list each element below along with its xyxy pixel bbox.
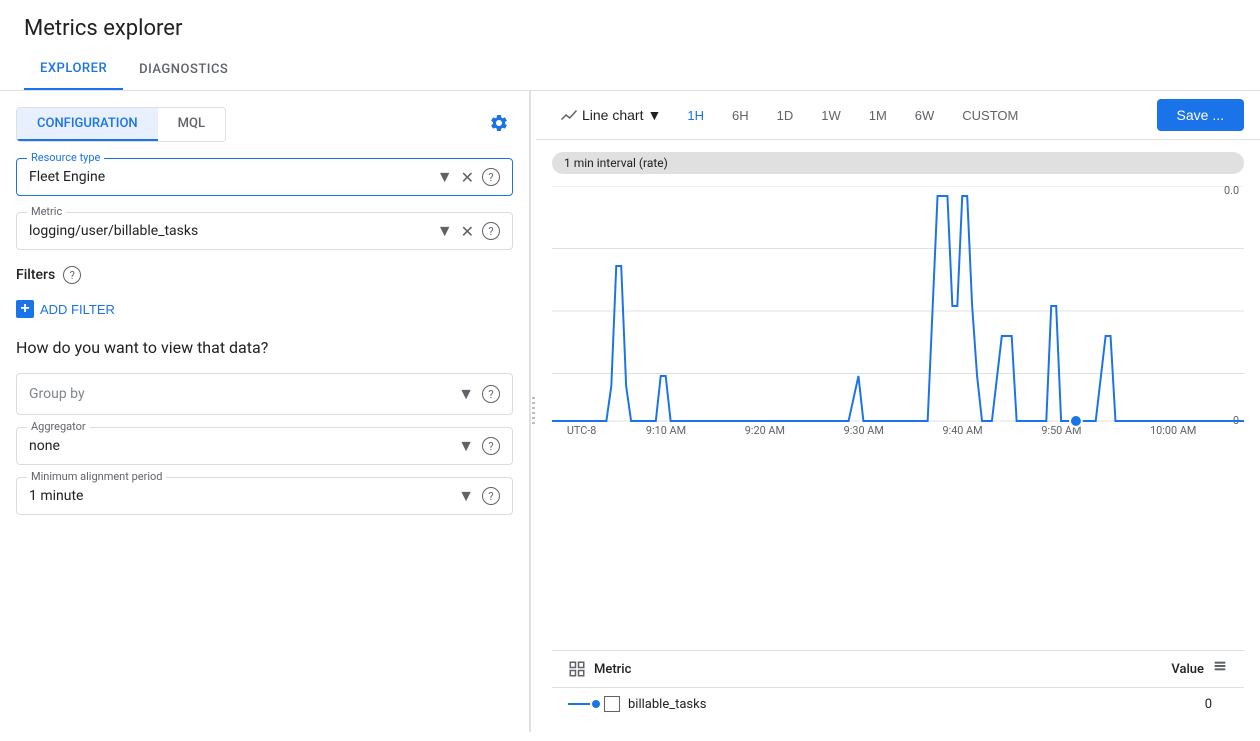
min-alignment-row: 1 minute ▼ ? — [29, 486, 500, 506]
tabs: CONFIGURATION MQL — [16, 107, 226, 142]
time-custom-button[interactable]: CUSTOM — [952, 102, 1028, 129]
legend-pin-icon[interactable] — [1212, 659, 1228, 679]
left-panel: CONFIGURATION MQL Resource type Fleet En… — [0, 91, 530, 732]
legend-line-indicator — [568, 700, 600, 708]
aggregator-value: none — [29, 438, 450, 454]
right-panel: Line chart ▼ 1H 6H 1D 1W 1M 6W CUSTOM Sa… — [536, 91, 1260, 732]
chart-toolbar: Line chart ▼ 1H 6H 1D 1W 1M 6W CUSTOM Sa… — [536, 91, 1260, 140]
chart-type-label: Line chart — [582, 107, 643, 123]
gear-button[interactable] — [485, 109, 513, 140]
time-1d-button[interactable]: 1D — [767, 102, 804, 129]
help-metric-icon[interactable]: ? — [482, 222, 500, 240]
svg-text:0.0: 0.0 — [1224, 186, 1239, 197]
save-button[interactable]: Save ... — [1157, 99, 1244, 131]
resource-type-row: Fleet Engine ▼ ✕ ? — [29, 167, 500, 187]
aggregator-field: Aggregator none ▼ ? — [16, 427, 513, 465]
help-min-alignment-icon[interactable]: ? — [482, 487, 500, 505]
min-alignment-value: 1 minute — [29, 488, 450, 504]
time-6h-button[interactable]: 6H — [722, 102, 759, 129]
tabs-row: CONFIGURATION MQL — [16, 107, 513, 142]
help-resource-icon[interactable]: ? — [482, 168, 500, 186]
add-filter-icon: + — [16, 300, 34, 318]
legend-table: Metric Value billable_tasks 0 — [552, 650, 1244, 720]
svg-text:UTC-8: UTC-8 — [567, 424, 597, 436]
legend-checkbox[interactable] — [604, 696, 620, 712]
help-group-by-icon[interactable]: ? — [482, 385, 500, 403]
add-filter-label: ADD FILTER — [40, 302, 115, 317]
value-col-label: Value — [1171, 662, 1204, 677]
aggregator-label: Aggregator — [27, 420, 90, 433]
min-alignment-field: Minimum alignment period 1 minute ▼ ? — [16, 477, 513, 515]
nav-item-diagnostics[interactable]: DIAGNOSTICS — [123, 50, 244, 89]
legend-metric-name: billable_tasks — [628, 697, 1205, 712]
time-1m-button[interactable]: 1M — [859, 102, 897, 129]
metric-col-label: Metric — [594, 662, 631, 677]
chart-container: 0.0 0 UTC-8 9:10 AM 9:20 AM 9:30 AM 9:40… — [552, 186, 1244, 642]
add-filter-button[interactable]: + ADD FILTER — [16, 296, 115, 322]
svg-text:9:30 AM: 9:30 AM — [844, 424, 884, 436]
group-by-placeholder: Group by — [29, 386, 450, 402]
tab-configuration[interactable]: CONFIGURATION — [17, 108, 158, 141]
group-by-arrow-icon[interactable]: ▼ — [458, 384, 474, 404]
min-alignment-label: Minimum alignment period — [27, 470, 166, 483]
dropdown-metric-icon[interactable]: ▼ — [437, 221, 453, 241]
main-container: CONFIGURATION MQL Resource type Fleet En… — [0, 91, 1260, 732]
aggregator-arrow-icon[interactable]: ▼ — [458, 436, 474, 456]
dropdown-arrow-icon[interactable]: ▼ — [437, 167, 453, 187]
legend-row: billable_tasks 0 — [552, 688, 1244, 720]
tab-mql[interactable]: MQL — [158, 108, 225, 141]
metric-value: logging/user/billable_tasks — [29, 223, 429, 239]
group-by-field[interactable]: Group by ▼ ? — [16, 373, 513, 415]
min-alignment-arrow-icon[interactable]: ▼ — [458, 486, 474, 506]
legend-metric-value: 0 — [1205, 697, 1212, 712]
metric-field: Metric logging/user/billable_tasks ▼ ✕ ? — [16, 212, 513, 250]
svg-text:9:40 AM: 9:40 AM — [942, 424, 982, 436]
metric-label: Metric — [27, 205, 66, 218]
chart-type-arrow-icon: ▼ — [647, 107, 661, 123]
svg-text:10:00 AM: 10:00 AM — [1150, 424, 1196, 436]
time-1w-button[interactable]: 1W — [811, 102, 851, 129]
filters-label: Filters — [16, 267, 55, 283]
resource-type-label: Resource type — [27, 151, 104, 164]
help-aggregator-icon[interactable]: ? — [482, 437, 500, 455]
page-title: Metrics explorer — [0, 0, 1260, 49]
clear-metric-icon[interactable]: ✕ — [461, 222, 474, 241]
help-filters-icon[interactable]: ? — [63, 266, 81, 284]
legend-metric-col: Metric — [568, 660, 1171, 678]
interval-badge: 1 min interval (rate) — [552, 152, 1244, 174]
chart-type-button[interactable]: Line chart ▼ — [552, 102, 669, 128]
view-section-title: How do you want to view that data? — [16, 338, 513, 357]
aggregator-row: none ▼ ? — [29, 436, 500, 456]
chart-area: 1 min interval (rate) 0.0 0 UTC-8 9:10 A… — [536, 140, 1260, 732]
panel-divider — [530, 91, 536, 732]
top-nav: EXPLORER DIAGNOSTICS — [0, 49, 1260, 91]
resource-type-value: Fleet Engine — [29, 169, 429, 185]
chart-svg: 0.0 0 UTC-8 9:10 AM 9:20 AM 9:30 AM 9:40… — [552, 186, 1244, 436]
svg-text:9:20 AM: 9:20 AM — [745, 424, 785, 436]
legend-header: Metric Value — [552, 651, 1244, 688]
filters-section: Filters ? — [16, 266, 513, 284]
time-6w-button[interactable]: 6W — [905, 102, 945, 129]
resource-type-field: Resource type Fleet Engine ▼ ✕ ? — [16, 158, 513, 196]
svg-text:9:10 AM: 9:10 AM — [646, 424, 686, 436]
clear-resource-icon[interactable]: ✕ — [461, 168, 474, 187]
nav-item-explorer[interactable]: EXPLORER — [24, 49, 123, 90]
metric-row: logging/user/billable_tasks ▼ ✕ ? — [29, 221, 500, 241]
time-1h-button[interactable]: 1H — [677, 102, 714, 129]
